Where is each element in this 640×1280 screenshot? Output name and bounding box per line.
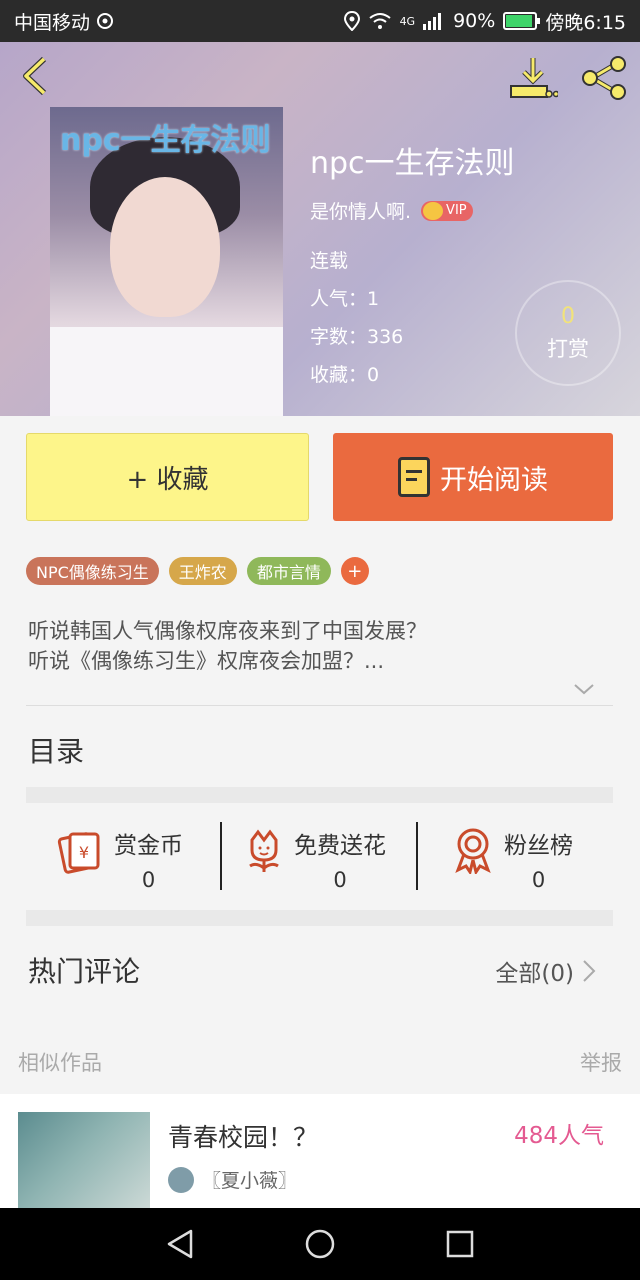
tip-button[interactable]: 0 打赏: [515, 280, 621, 386]
start-reading-button[interactable]: 开始阅读: [333, 433, 613, 521]
signal-icon: [423, 13, 442, 30]
status-bar: 中国移动 4G 90% 傍晚6:15: [0, 0, 640, 42]
home-circle-icon[interactable]: [304, 1228, 336, 1260]
divider: [416, 822, 418, 890]
all-comments-link[interactable]: 全部(0): [495, 954, 596, 988]
book-cover[interactable]: npc一生存法则: [50, 107, 283, 416]
report-link[interactable]: 举报: [580, 1047, 622, 1077]
similar-works-title: 相似作品: [18, 1051, 102, 1075]
similar-author-name: 〖夏小薇〗: [202, 1170, 298, 1192]
back-arrow-icon[interactable]: [16, 56, 56, 96]
tag-wangzhanong[interactable]: 王炸农: [168, 557, 237, 585]
divider: [26, 705, 613, 706]
reward-label: 赏金币: [114, 833, 183, 859]
popularity-stat: 人气：1: [310, 288, 380, 310]
recents-square-icon[interactable]: [445, 1229, 475, 1259]
hot-comments-title: 热门评论: [28, 955, 141, 988]
favorites-stat: 收藏：0: [310, 364, 380, 386]
section-separator: [26, 787, 613, 803]
reward-fan-rank[interactable]: 粉丝榜 0: [452, 826, 573, 892]
network-label: 4G: [399, 14, 416, 28]
author-name[interactable]: 是你情人啊.: [310, 197, 411, 224]
tag-npc[interactable]: NPC偶像练习生: [26, 557, 159, 585]
tag-list: NPC偶像练习生 王炸农 都市言情 +: [26, 557, 369, 585]
add-favorite-button[interactable]: + 收藏: [26, 433, 309, 521]
description-line: 听说韩国人气偶像权席夜来到了中国发展？: [28, 619, 427, 643]
similar-work-title: 青春校园！？: [168, 1123, 319, 1152]
tip-count: 0: [561, 304, 575, 329]
cover-title: npc一生存法则: [60, 123, 271, 158]
system-nav-bar: [0, 1208, 640, 1280]
add-tag-button[interactable]: +: [340, 557, 369, 585]
book-title: npc一生存法则: [310, 146, 515, 181]
flower-icon: [249, 829, 279, 872]
toc-title[interactable]: 目录: [28, 730, 84, 770]
medal-icon: [455, 828, 491, 874]
reward-coins[interactable]: ¥ 赏金币 0: [56, 826, 183, 892]
start-reading-label: 开始阅读: [440, 464, 548, 496]
crown-icon: [423, 201, 444, 220]
vip-badge: VIP: [421, 200, 473, 221]
download-icon[interactable]: [508, 56, 558, 100]
clock: 傍晚6:15: [545, 11, 626, 34]
location-icon: [343, 11, 360, 31]
reward-flowers[interactable]: 免费送花 0: [244, 826, 386, 892]
divider: [220, 822, 222, 890]
similar-work-cover: [18, 1112, 150, 1208]
reward-value: 0: [531, 868, 546, 892]
money-envelope-icon: ¥: [57, 832, 100, 874]
book-description[interactable]: 听说韩国人气偶像权席夜来到了中国发展？ 听说《偶像练习生》权席夜会加盟？...: [28, 616, 427, 676]
battery-percent: 90%: [453, 10, 496, 32]
tip-label: 打赏: [547, 337, 589, 361]
chevron-right-icon: [583, 960, 596, 982]
share-icon[interactable]: [580, 56, 630, 100]
similar-work-item[interactable]: 青春校园！？ 484人气 〖夏小薇〗: [0, 1094, 640, 1208]
reward-label: 粉丝榜: [504, 833, 573, 859]
section-separator: [26, 910, 613, 926]
carrier-label: 中国移动: [14, 11, 91, 34]
description-line: 听说《偶像练习生》权席夜会加盟？...: [28, 649, 385, 673]
similar-work-author: 〖夏小薇〗: [168, 1166, 297, 1193]
back-triangle-icon[interactable]: [165, 1228, 195, 1260]
battery-icon: [503, 12, 541, 30]
cover-art-face: [110, 177, 220, 317]
author-row[interactable]: 是你情人啊. VIP: [310, 197, 473, 224]
chevron-down-icon[interactable]: [573, 678, 595, 700]
similar-work-popularity: 484人气: [514, 1123, 604, 1149]
serial-status: 连载: [310, 250, 349, 272]
word-count-stat: 字数：336: [310, 326, 404, 348]
vip-label: VIP: [446, 203, 467, 218]
sync-icon: [97, 13, 114, 29]
wifi-icon: [368, 13, 391, 29]
avatar: [168, 1166, 194, 1193]
reward-value: 0: [141, 868, 156, 892]
reward-value: 0: [333, 868, 347, 892]
tag-urban-romance[interactable]: 都市言情: [246, 557, 331, 585]
book-icon: [398, 457, 430, 497]
svg-text:¥: ¥: [79, 843, 89, 862]
all-comments-label: 全部(0): [495, 961, 574, 987]
reward-label: 免费送花: [294, 833, 386, 859]
cover-art-shirt: [50, 327, 283, 416]
